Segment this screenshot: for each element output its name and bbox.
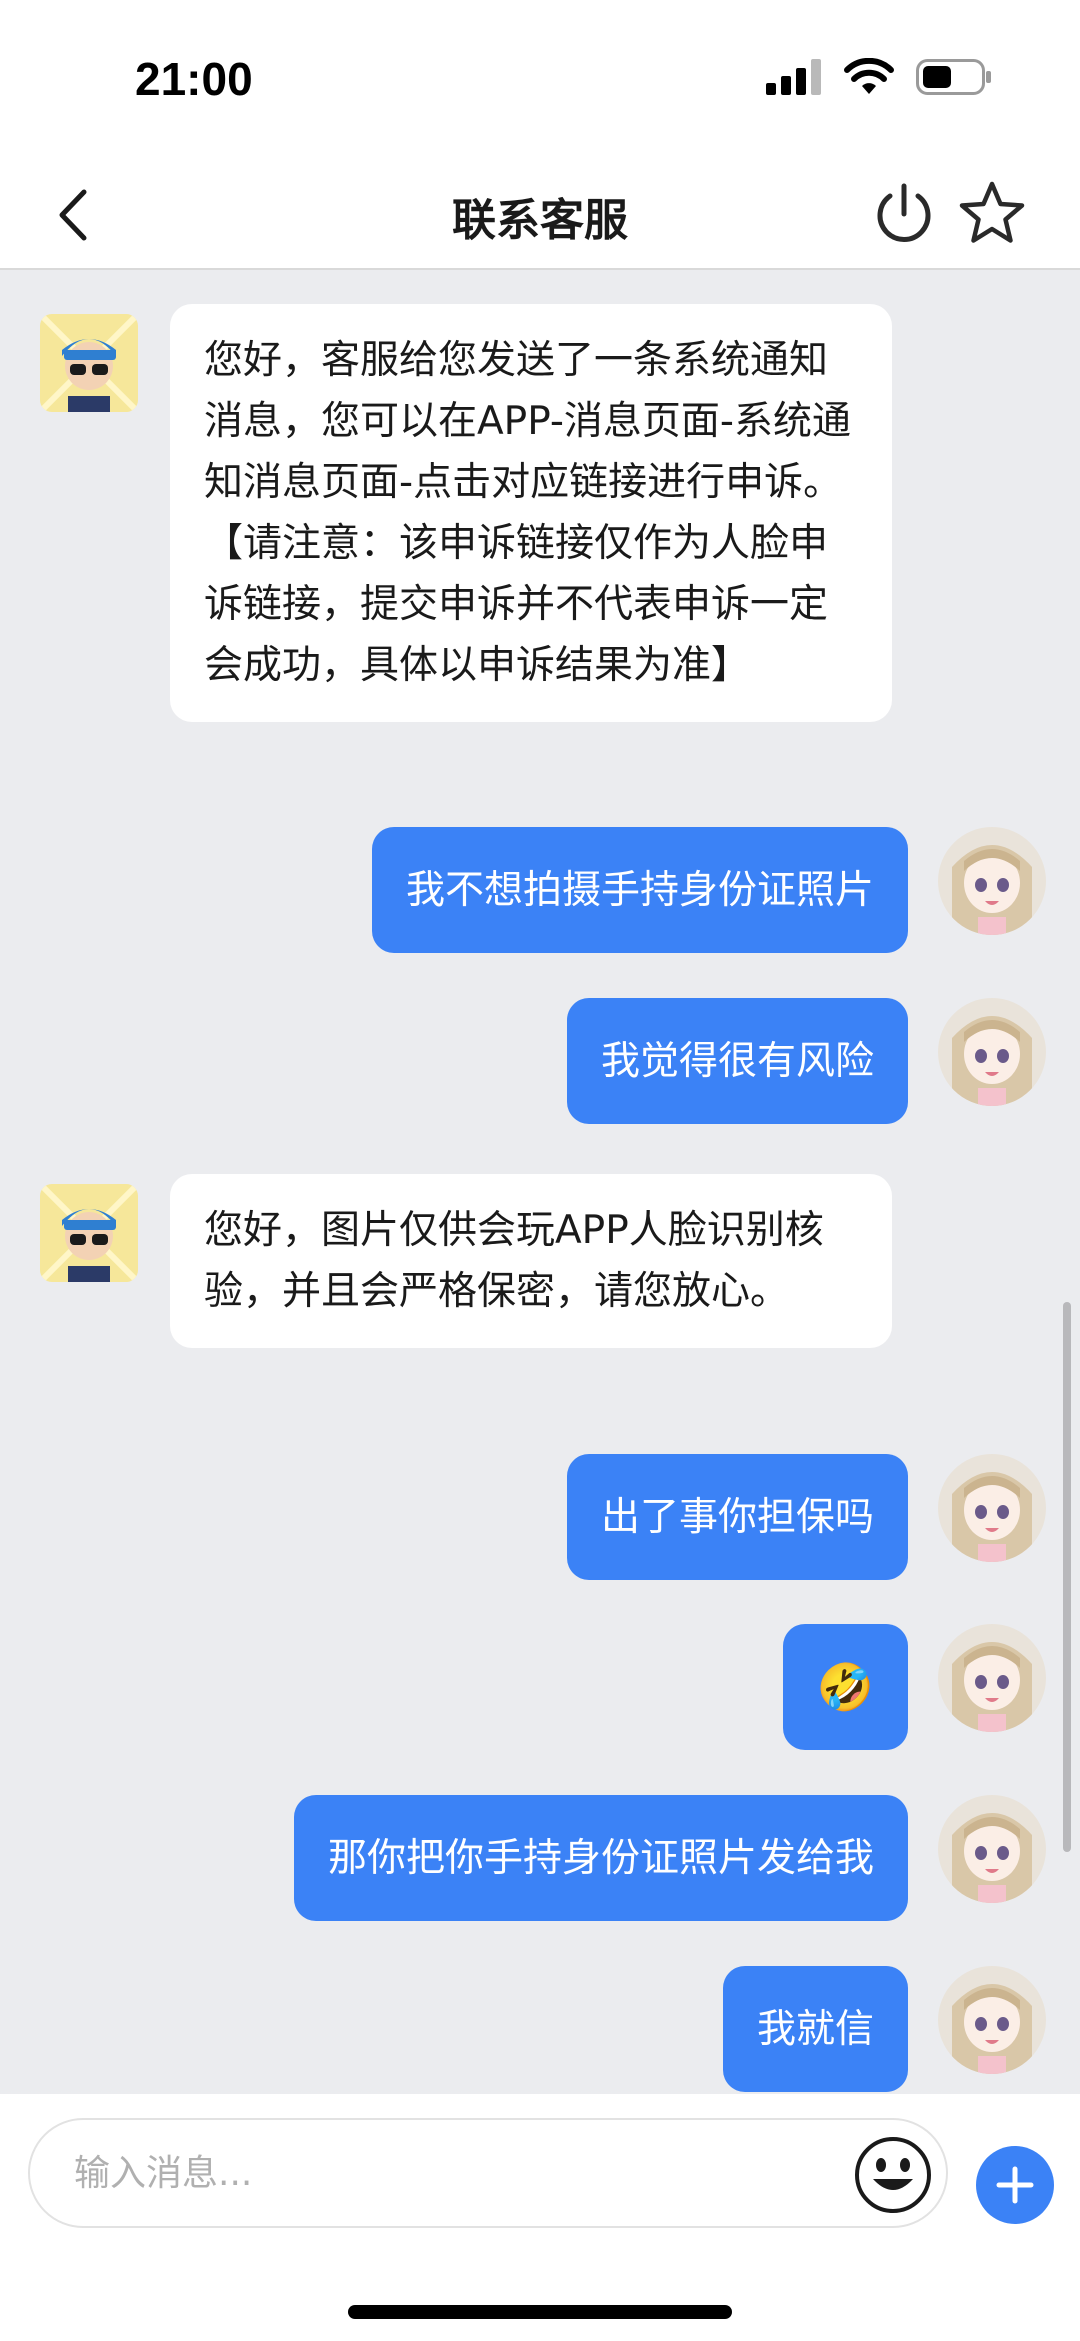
favorite-button[interactable] (956, 178, 1028, 250)
nav-bar: 联系客服 (0, 160, 1080, 270)
signal-icon (766, 59, 821, 95)
agent-avatar[interactable] (40, 1184, 138, 1282)
smiley-icon (855, 2137, 931, 2213)
status-icons (766, 58, 992, 96)
home-indicator[interactable] (348, 2305, 732, 2319)
user-avatar[interactable] (938, 1624, 1046, 1732)
chat-message-list[interactable]: 您好，客服给您发送了一条系统通知消息，您可以在APP-消息页面-系统通知消息页面… (0, 272, 1080, 2094)
chat-scrollbar[interactable] (1063, 1302, 1071, 1852)
user-avatar[interactable] (938, 1454, 1046, 1562)
user-message-bubble: 我不想拍摄手持身份证照片 (371, 827, 908, 953)
message-input-container (28, 2118, 948, 2228)
add-attachment-button[interactable] (976, 2146, 1054, 2224)
user-avatar[interactable] (938, 998, 1046, 1106)
emoji-button[interactable] (853, 2135, 933, 2215)
wifi-icon (844, 58, 894, 94)
status-time: 21:00 (135, 53, 253, 105)
user-message-bubble: 那你把你手持身份证照片发给我 (293, 1795, 908, 1921)
plus-icon (996, 2166, 1034, 2204)
message-input[interactable] (74, 2120, 834, 2226)
user-avatar[interactable] (938, 1966, 1046, 2074)
user-message-bubble: 我觉得很有风险 (566, 998, 908, 1124)
power-icon (877, 183, 931, 242)
agent-avatar[interactable] (40, 314, 138, 412)
agent-message-bubble: 您好，客服给您发送了一条系统通知消息，您可以在APP-消息页面-系统通知消息页面… (170, 304, 892, 722)
message-input-bar (0, 2094, 1080, 2341)
agent-message-bubble: 您好，图片仅供会玩APP人脸识别核验，并且会严格保密，请您放心。 (170, 1174, 892, 1348)
status-bar: 21:00 (0, 0, 1080, 160)
user-avatar[interactable] (938, 1795, 1046, 1903)
end-chat-button[interactable] (870, 180, 938, 248)
user-message-bubble: 出了事你担保吗 (566, 1454, 908, 1580)
user-message-bubble: 🤣 (782, 1624, 908, 1750)
battery-icon (916, 59, 991, 95)
star-icon (959, 181, 1025, 243)
user-avatar[interactable] (938, 827, 1046, 935)
user-message-bubble: 我就信 (722, 1966, 908, 2092)
